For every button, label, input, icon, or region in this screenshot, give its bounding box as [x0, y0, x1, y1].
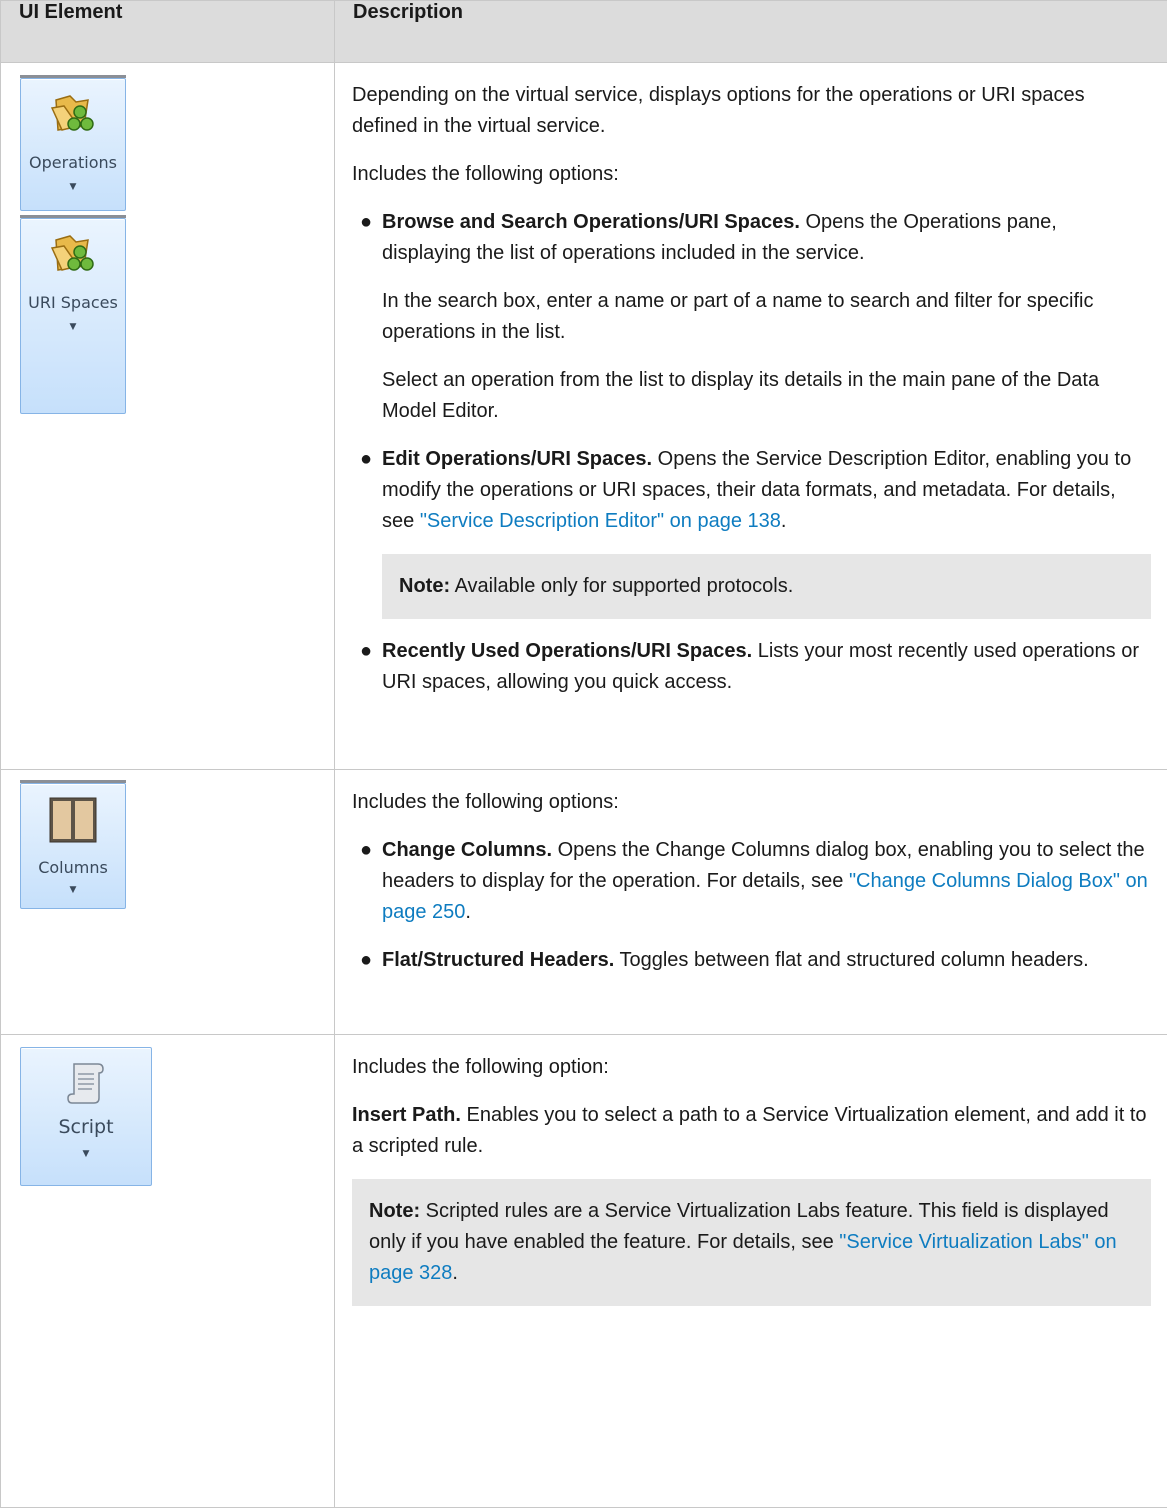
- list-item: ● Flat/Structured Headers. Toggles betwe…: [352, 945, 1151, 976]
- bullet-icon: ●: [360, 835, 372, 866]
- punctuation: .: [465, 901, 471, 923]
- description-includes: Includes the following options:: [352, 159, 1151, 190]
- options-list: ● Change Columns. Opens the Change Colum…: [352, 835, 1151, 976]
- option-text: Toggles between flat and structured colu…: [614, 949, 1088, 971]
- columns-icon: [48, 796, 98, 844]
- table-row: Script ▼ Includes the following option: …: [1, 1035, 1167, 1508]
- option-title: Recently Used Operations/URI Spaces.: [382, 640, 752, 662]
- script-button-label: Script: [21, 1116, 151, 1138]
- option-title: Insert Path.: [352, 1104, 461, 1126]
- table-row: Columns ▼ Includes the following options…: [1, 770, 1167, 1035]
- note-box: Note: Available only for supported proto…: [382, 554, 1151, 619]
- note-label: Note:: [369, 1200, 420, 1222]
- uri-spaces-folder-icon: [50, 232, 96, 276]
- option-title: Browse and Search Operations/URI Spaces.: [382, 211, 800, 233]
- table-row: Operations ▼ URI Spaces ▼: [1, 63, 1167, 770]
- script-scroll-icon: [66, 1060, 106, 1106]
- punctuation: .: [452, 1262, 458, 1284]
- column-header-description: Description: [335, 1, 1167, 63]
- uri-spaces-button-label: URI Spaces: [21, 293, 125, 312]
- columns-button[interactable]: Columns ▼: [20, 783, 126, 909]
- operations-button[interactable]: Operations ▼: [20, 78, 126, 211]
- description-intro: Depending on the virtual service, displa…: [352, 80, 1151, 142]
- option-title: Change Columns.: [382, 839, 552, 861]
- option-paragraph: In the search box, enter a name or part …: [382, 286, 1151, 348]
- script-button[interactable]: Script ▼: [20, 1047, 152, 1186]
- ui-element-cell: Script ▼: [1, 1035, 335, 1508]
- description-cell: Depending on the virtual service, displa…: [335, 63, 1167, 770]
- ui-element-table: UI Element Description Operations ▼: [0, 0, 1167, 1508]
- option-text: Enables you to select a path to a Servic…: [352, 1104, 1147, 1157]
- ui-element-cell: Columns ▼: [1, 770, 335, 1035]
- list-item: ● Change Columns. Opens the Change Colum…: [352, 835, 1151, 928]
- service-description-editor-link[interactable]: "Service Description Editor" on page 138: [420, 510, 781, 532]
- note-box: Note: Scripted rules are a Service Virtu…: [352, 1179, 1151, 1306]
- chevron-down-icon: ▼: [21, 322, 125, 332]
- description-cell: Includes the following option: Insert Pa…: [335, 1035, 1167, 1508]
- operations-folder-icon: [50, 92, 96, 136]
- operations-button-label: Operations: [21, 153, 125, 172]
- ui-element-cell: Operations ▼ URI Spaces ▼: [1, 63, 335, 770]
- chevron-down-icon: ▼: [21, 1149, 151, 1159]
- list-item: ● Browse and Search Operations/URI Space…: [352, 207, 1151, 427]
- note-text: Available only for supported protocols.: [450, 575, 793, 597]
- bullet-icon: ●: [360, 444, 372, 475]
- description-cell: Includes the following options: ● Change…: [335, 770, 1167, 1035]
- option-title: Edit Operations/URI Spaces.: [382, 448, 652, 470]
- column-header-ui-element: UI Element: [1, 1, 335, 63]
- list-item: ● Recently Used Operations/URI Spaces. L…: [352, 636, 1151, 698]
- option-title: Flat/Structured Headers.: [382, 949, 614, 971]
- list-item: ● Edit Operations/URI Spaces. Opens the …: [352, 444, 1151, 619]
- note-label: Note:: [399, 575, 450, 597]
- options-list: ● Browse and Search Operations/URI Space…: [352, 207, 1151, 698]
- option-paragraph: Select an operation from the list to dis…: [382, 365, 1151, 427]
- chevron-down-icon: ▼: [21, 885, 125, 895]
- uri-spaces-button[interactable]: URI Spaces ▼: [20, 218, 126, 414]
- bullet-icon: ●: [360, 636, 372, 667]
- table-header-row: UI Element Description: [1, 1, 1167, 63]
- description-includes: Includes the following option:: [352, 1052, 1151, 1083]
- columns-button-label: Columns: [21, 858, 125, 877]
- bullet-icon: ●: [360, 207, 372, 238]
- bullet-icon: ●: [360, 945, 372, 976]
- chevron-down-icon: ▼: [21, 182, 125, 192]
- punctuation: .: [781, 510, 787, 532]
- description-includes: Includes the following options:: [352, 787, 1151, 818]
